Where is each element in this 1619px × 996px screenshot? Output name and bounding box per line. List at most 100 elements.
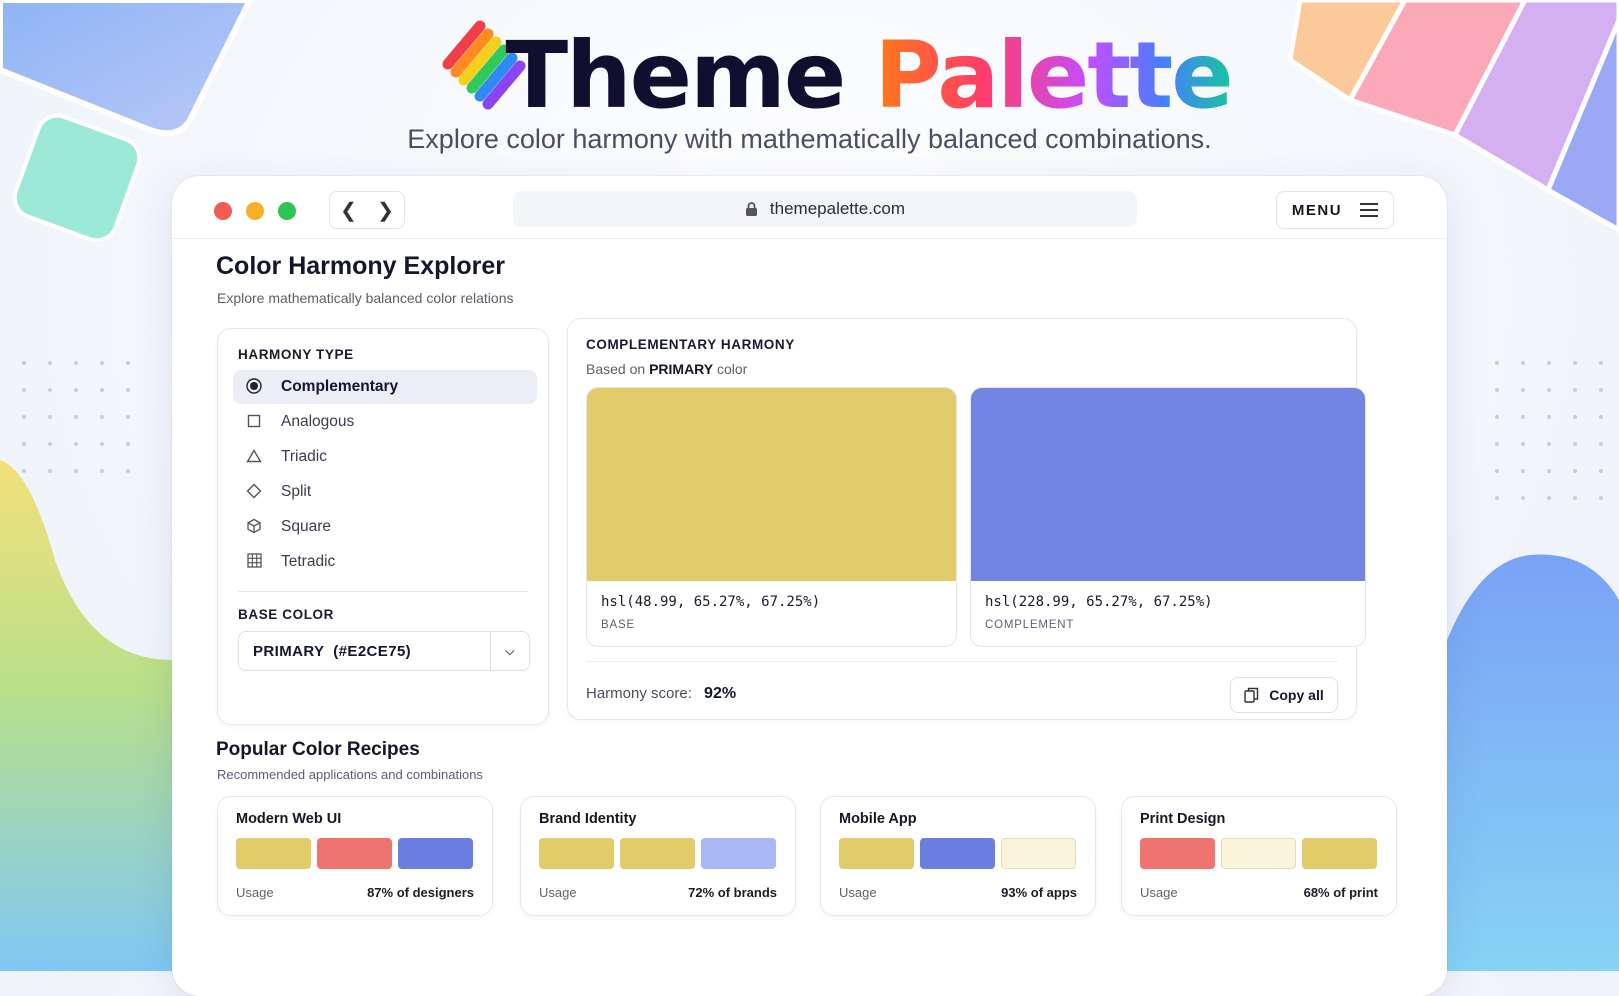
color-chip[interactable]: [398, 838, 473, 869]
color-chip[interactable]: [1140, 838, 1215, 869]
square-icon: [245, 414, 263, 431]
close-window-dot[interactable]: [214, 202, 232, 220]
base-color-value: PRIMARY (#E2CE75): [253, 642, 412, 660]
swatch-code[interactable]: hsl(48.99, 65.27%, 67.25%): [601, 594, 820, 610]
page-title: Color Harmony Explorer: [216, 252, 505, 280]
diamond-icon: [245, 483, 263, 502]
chevron-left-icon[interactable]: ❮: [340, 198, 357, 223]
color-chip[interactable]: [701, 838, 776, 869]
recipe-usage-label: Usage: [539, 885, 577, 900]
recipe-chips: [236, 838, 473, 869]
harmony-option-label: Split: [281, 483, 312, 500]
divider: [586, 661, 1338, 662]
hero-subtitle: Explore color harmony with mathematicall…: [407, 124, 1212, 154]
url-text: themepalette.com: [769, 199, 906, 218]
harmony-type-panel: HARMONY TYPE Complementary Analogous Tri…: [217, 328, 549, 725]
color-chip[interactable]: [236, 838, 311, 869]
harmony-option-label: Square: [281, 518, 331, 535]
harmony-option-label: Tetradic: [281, 553, 336, 570]
result-heading: COMPLEMENTARY HARMONY: [586, 337, 795, 352]
hero-title-palette: Palette: [874, 22, 1233, 129]
copy-icon: [1244, 687, 1259, 703]
swatch-complement[interactable]: hsl(228.99, 65.27%, 67.25%) COMPLEMENT: [970, 387, 1366, 647]
harmony-score: Harmony score: 92%: [586, 685, 736, 703]
harmony-option-label: Analogous: [281, 413, 355, 430]
chevron-right-icon[interactable]: ❯: [377, 198, 394, 223]
recipe-name: Print Design: [1140, 811, 1226, 827]
color-chip[interactable]: [539, 838, 614, 869]
recipe-chips: [1140, 838, 1377, 869]
color-chip[interactable]: [1001, 838, 1076, 869]
swatch-base[interactable]: hsl(48.99, 65.27%, 67.25%) BASE: [586, 387, 957, 647]
menu-button[interactable]: MENU: [1276, 191, 1394, 229]
lock-icon: [745, 202, 757, 216]
harmony-option-analogous[interactable]: Analogous: [233, 405, 537, 439]
harmony-option-triadic[interactable]: Triadic: [233, 440, 537, 474]
color-chip[interactable]: [839, 838, 914, 869]
maximize-window-dot[interactable]: [278, 202, 296, 220]
based-on-suffix: color: [717, 361, 748, 377]
recipes-title: Popular Color Recipes: [216, 739, 420, 760]
harmony-option-square[interactable]: Square: [233, 510, 537, 544]
triangle-icon: [245, 448, 263, 466]
recipe-usage-value: 68% of print: [1303, 885, 1378, 900]
recipe-chips: [839, 838, 1076, 869]
nav-buttons: ❮ ❯: [329, 191, 405, 229]
harmony-option-label: Triadic: [281, 448, 327, 465]
recipe-card-mobile-app[interactable]: Mobile App Usage 93% of apps: [820, 796, 1096, 916]
based-on-text: Based on PRIMARY color: [586, 361, 747, 377]
recipe-card-print-design[interactable]: Print Design Usage 68% of print: [1121, 796, 1397, 916]
harmony-type-heading: HARMONY TYPE: [238, 347, 354, 362]
recipe-name: Mobile App: [839, 811, 917, 827]
recipe-card-modern-web-ui[interactable]: Modern Web UI Usage 87% of designers: [217, 796, 493, 916]
base-color-heading: BASE COLOR: [238, 607, 335, 622]
based-on-strong: PRIMARY: [649, 361, 714, 377]
recipe-name: Modern Web UI: [236, 811, 342, 827]
hero-title: Theme Palette: [0, 26, 1619, 126]
copy-all-button[interactable]: Copy all: [1230, 677, 1338, 713]
divider: [238, 591, 528, 592]
recipe-usage-label: Usage: [236, 885, 274, 900]
based-on-prefix: Based on: [586, 361, 646, 377]
harmony-option-split[interactable]: Split: [233, 475, 537, 509]
color-chip[interactable]: [620, 838, 695, 869]
copy-all-label: Copy all: [1269, 687, 1324, 703]
hero-title-theme: Theme: [505, 22, 846, 129]
swatch-code[interactable]: hsl(228.99, 65.27%, 67.25%): [985, 594, 1213, 610]
minimize-window-dot[interactable]: [246, 202, 264, 220]
recipe-name: Brand Identity: [539, 811, 637, 827]
harmony-score-value: 92%: [704, 685, 737, 702]
recipes-subtitle: Recommended applications and combination…: [217, 767, 483, 782]
hamburger-icon: [1360, 203, 1379, 217]
harmony-result-panel: COMPLEMENTARY HARMONY Based on PRIMARY c…: [567, 318, 1366, 720]
menu-label: MENU: [1291, 201, 1343, 219]
harmony-option-label: Complementary: [281, 378, 399, 395]
recipe-usage-value: 93% of apps: [1001, 885, 1077, 900]
recipe-card-brand-identity[interactable]: Brand Identity Usage 72% of brands: [520, 796, 796, 916]
address-bar[interactable]: themepalette.com: [513, 191, 1137, 227]
swatch-fill: [587, 388, 956, 581]
color-chip[interactable]: [1302, 838, 1377, 869]
radio-selected-icon: [245, 377, 263, 397]
chevron-down-icon[interactable]: ⌵: [490, 632, 529, 670]
harmony-option-complementary[interactable]: Complementary: [233, 370, 537, 404]
swatch-role: COMPLEMENT: [985, 619, 1075, 631]
swatch-role: BASE: [601, 619, 635, 631]
color-chip[interactable]: [920, 838, 995, 869]
harmony-score-label: Harmony score:: [586, 685, 692, 702]
recipe-usage-value: 87% of designers: [367, 885, 474, 900]
recipe-chips: [539, 838, 776, 869]
swatch-fill: [971, 388, 1365, 581]
recipe-usage-label: Usage: [1140, 885, 1178, 900]
browser-window: ❮ ❯ themepalette.com MENU Color Harmony …: [172, 176, 1447, 996]
color-chip[interactable]: [1221, 838, 1296, 869]
recipe-usage-label: Usage: [839, 885, 877, 900]
page-subtitle: Explore mathematically balanced color re…: [217, 290, 514, 306]
browser-toolbar: ❮ ❯ themepalette.com MENU: [172, 176, 1447, 239]
base-color-select[interactable]: PRIMARY (#E2CE75) ⌵: [238, 631, 530, 671]
harmony-option-tetradic[interactable]: Tetradic: [233, 545, 537, 579]
recipe-usage-value: 72% of brands: [688, 885, 777, 900]
grid-icon: [245, 553, 263, 571]
cube-icon: [245, 518, 263, 537]
color-chip[interactable]: [317, 838, 392, 869]
